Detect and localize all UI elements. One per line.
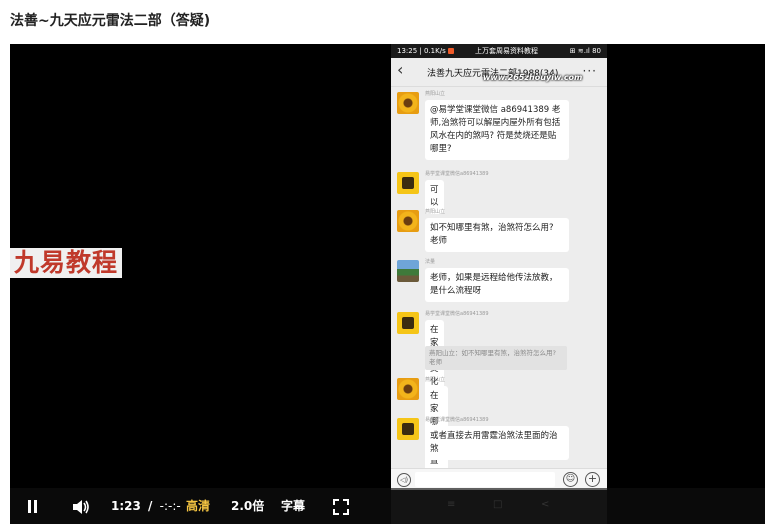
speed-button[interactable]: 2.0倍 [231,488,264,524]
message-line: 老师 [430,236,448,246]
chat-header: ‹ 法善九天应元雷法二部1988(34) ··· www.265zhouyiw.… [391,58,607,87]
sender-name: 易学堂课堂微信a86941389 [425,417,489,423]
status-time: 13:25 | 0.1K/s [397,44,454,58]
volume-button[interactable] [72,488,90,524]
sender-name: 易学堂课堂微信a86941389 [425,311,489,317]
sender-name: 燕阳山立 [425,377,446,383]
sender-name: 燕阳山立 [425,91,446,97]
quoted-reply: 燕阳山立：如不知哪里有煞，治煞符怎么用? 老师 [425,346,567,370]
time-separator: / [148,499,153,513]
avatar [397,418,419,440]
channel-watermark: 九易教程 [10,248,123,278]
message-line: 哪里? [430,144,452,154]
message-bubble: 老师，如果是远程给他传法放教， 是什么流程呀 [425,268,569,302]
message-line: 煞 [430,444,439,454]
quality-button[interactable]: 高清 [186,488,210,524]
message-line: 可以 [430,185,439,208]
avatar [397,210,419,232]
avatar [397,92,419,114]
time-display: 1:23 / -:-:- [111,488,181,524]
video-player[interactable]: 九易教程 13:25 | 0.1K/s 上万套周易资料教程 ⊞ ≋.ıl 80 … [10,44,765,524]
site-watermark: www.265zhouyiw.com [483,73,583,82]
message-line: 老师，如果是远程给他传法放教， [430,273,558,283]
message-line: 或者直接去用雷霆治煞法里面的治 [430,431,558,441]
sender-name: 易学堂课堂微信a86941389 [425,171,489,177]
player-controls: 1:23 / -:-:- 高清 2.0倍 字幕 [10,488,765,524]
fullscreen-icon [333,498,349,515]
subtitle-button[interactable]: 字幕 [281,488,305,524]
page-title: 法善~九天应元雷法二部（答疑) [10,13,211,29]
message-line: 如不知哪里有煞，治煞符怎么用? [430,223,554,233]
status-notice: 上万套周易资料教程 [475,47,538,55]
back-arrow-icon: ‹ [397,60,404,79]
message-line: 风水在内的煞吗? 符是焚烧还是贴 [430,131,557,141]
chat-input [415,472,555,487]
status-system-icons: ⊞ ≋.ıl 80 [569,47,601,55]
voice-icon: ◁) [397,473,411,487]
pause-icon [28,500,31,513]
more-icon: ··· [582,64,597,78]
message-bubble: 或者直接去用雷霆治煞法里面的治 煞 [425,426,569,460]
message-bubble: @易学堂课堂微信 a86941389 老 师,治煞符可以解屋内屋外所有包括 风水… [425,100,569,160]
message-line: @易学堂课堂微信 a86941389 老 [430,105,561,115]
fullscreen-button[interactable] [333,488,349,524]
avatar [397,260,419,282]
message-line: 是什么流程呀 [430,286,482,296]
avatar [397,378,419,400]
sender-name: 燕阳山立 [425,209,446,215]
pause-button[interactable] [28,488,40,524]
message-line: 师,治煞符可以解屋内屋外所有包括 [430,118,561,128]
avatar [397,172,419,194]
sender-name: 法量 [425,259,436,265]
message-bubble: 如不知哪里有煞，治煞符怎么用? 老师 [425,218,569,252]
avatar [397,312,419,334]
phone-screen: 13:25 | 0.1K/s 上万套周易资料教程 ⊞ ≋.ıl 80 ‹ 法善九… [391,44,607,524]
duration: -:-:- [159,499,181,513]
emoji-icon: ☺ [563,472,578,487]
current-time: 1:23 [111,499,141,513]
phone-status-bar: 13:25 | 0.1K/s 上万套周易资料教程 ⊞ ≋.ıl 80 [391,44,607,58]
volume-icon [73,499,89,514]
plus-icon: + [585,472,600,487]
notification-icon [447,48,454,54]
